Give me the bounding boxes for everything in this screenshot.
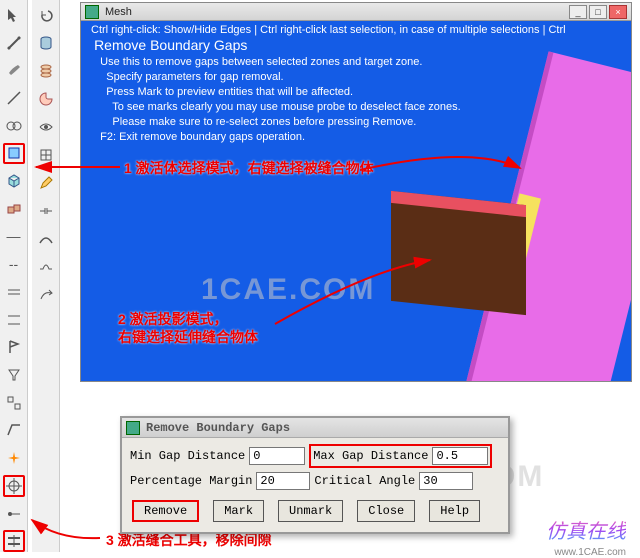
annotation-1: 1 激活体选择模式，右键选择被缝合物体 bbox=[124, 159, 374, 177]
window-close-button[interactable]: × bbox=[609, 5, 627, 19]
tool-rotcurve[interactable] bbox=[35, 284, 57, 306]
tool-merge[interactable] bbox=[3, 115, 25, 137]
tool-gap-icon[interactable] bbox=[3, 530, 25, 552]
critical-angle-input[interactable] bbox=[419, 472, 473, 490]
tool-douter[interactable] bbox=[3, 309, 25, 331]
tool-db[interactable] bbox=[35, 32, 57, 54]
footer-url: www.1CAE.com bbox=[554, 547, 626, 558]
tool-funnel[interactable] bbox=[3, 364, 25, 386]
mark-button[interactable]: Mark bbox=[213, 500, 264, 522]
body-source[interactable] bbox=[391, 191, 526, 315]
window-title: Mesh bbox=[105, 6, 132, 18]
unmark-button[interactable]: Unmark bbox=[278, 500, 343, 522]
tool-pointer[interactable] bbox=[3, 4, 25, 26]
tool-select-body[interactable] bbox=[3, 143, 25, 165]
dialog-titlebar[interactable]: Remove Boundary Gaps bbox=[122, 418, 508, 438]
tool-dash2[interactable]: -- bbox=[3, 253, 25, 275]
min-gap-label: Min Gap Distance bbox=[130, 449, 245, 463]
tool-ddash[interactable] bbox=[3, 281, 25, 303]
tool-dash[interactable]: — bbox=[3, 226, 25, 248]
tool-boxes[interactable] bbox=[3, 198, 25, 220]
left-toolbar-1: — -- bbox=[0, 0, 28, 552]
tool-line[interactable] bbox=[3, 87, 25, 109]
tool-node[interactable] bbox=[3, 503, 25, 525]
tool-brush[interactable] bbox=[3, 59, 25, 81]
tool-dbstack[interactable] bbox=[35, 60, 57, 82]
footer-brand: 仿真在线 bbox=[546, 515, 626, 544]
tool-eye[interactable] bbox=[35, 116, 57, 138]
tool-target-icon[interactable] bbox=[3, 475, 25, 497]
tool-keys[interactable] bbox=[3, 392, 25, 414]
max-gap-label: Max Gap Distance bbox=[313, 449, 428, 463]
percentage-margin-label: Percentage Margin bbox=[130, 474, 252, 488]
left-toolbar-2 bbox=[32, 0, 60, 552]
tool-hcurve[interactable] bbox=[35, 256, 57, 278]
dialog-title: Remove Boundary Gaps bbox=[146, 421, 290, 435]
tool-undo[interactable] bbox=[35, 4, 57, 26]
tool-split[interactable] bbox=[35, 200, 57, 222]
app-icon bbox=[85, 5, 99, 19]
tool-measure[interactable] bbox=[3, 32, 25, 54]
watermark: 1CAE.COM bbox=[201, 273, 375, 307]
help-button[interactable]: Help bbox=[429, 500, 480, 522]
tool-curve[interactable] bbox=[35, 228, 57, 250]
window-titlebar[interactable]: Mesh _ □ × bbox=[81, 3, 631, 21]
window-min-button[interactable]: _ bbox=[569, 5, 587, 19]
min-gap-input[interactable] bbox=[249, 447, 305, 465]
dialog-icon bbox=[126, 421, 140, 435]
close-button[interactable]: Close bbox=[357, 500, 415, 522]
remove-boundary-gaps-dialog: Remove Boundary Gaps Min Gap Distance Ma… bbox=[120, 416, 510, 534]
critical-angle-label: Critical Angle bbox=[314, 474, 415, 488]
tool-wire[interactable] bbox=[35, 144, 57, 166]
tool-pencil[interactable] bbox=[35, 172, 57, 194]
tool-flag[interactable] bbox=[3, 336, 25, 358]
annotation-2: 2 激活投影模式， 右键选择延伸缝合物体 bbox=[118, 310, 258, 346]
max-gap-input[interactable] bbox=[432, 447, 488, 465]
remove-button[interactable]: Remove bbox=[132, 500, 199, 522]
tool-palette[interactable] bbox=[35, 88, 57, 110]
tool-cube[interactable] bbox=[3, 170, 25, 192]
tool-edge[interactable] bbox=[3, 420, 25, 442]
percentage-margin-input[interactable] bbox=[256, 472, 310, 490]
tool-spark[interactable] bbox=[3, 447, 25, 469]
window-max-button[interactable]: □ bbox=[589, 5, 607, 19]
